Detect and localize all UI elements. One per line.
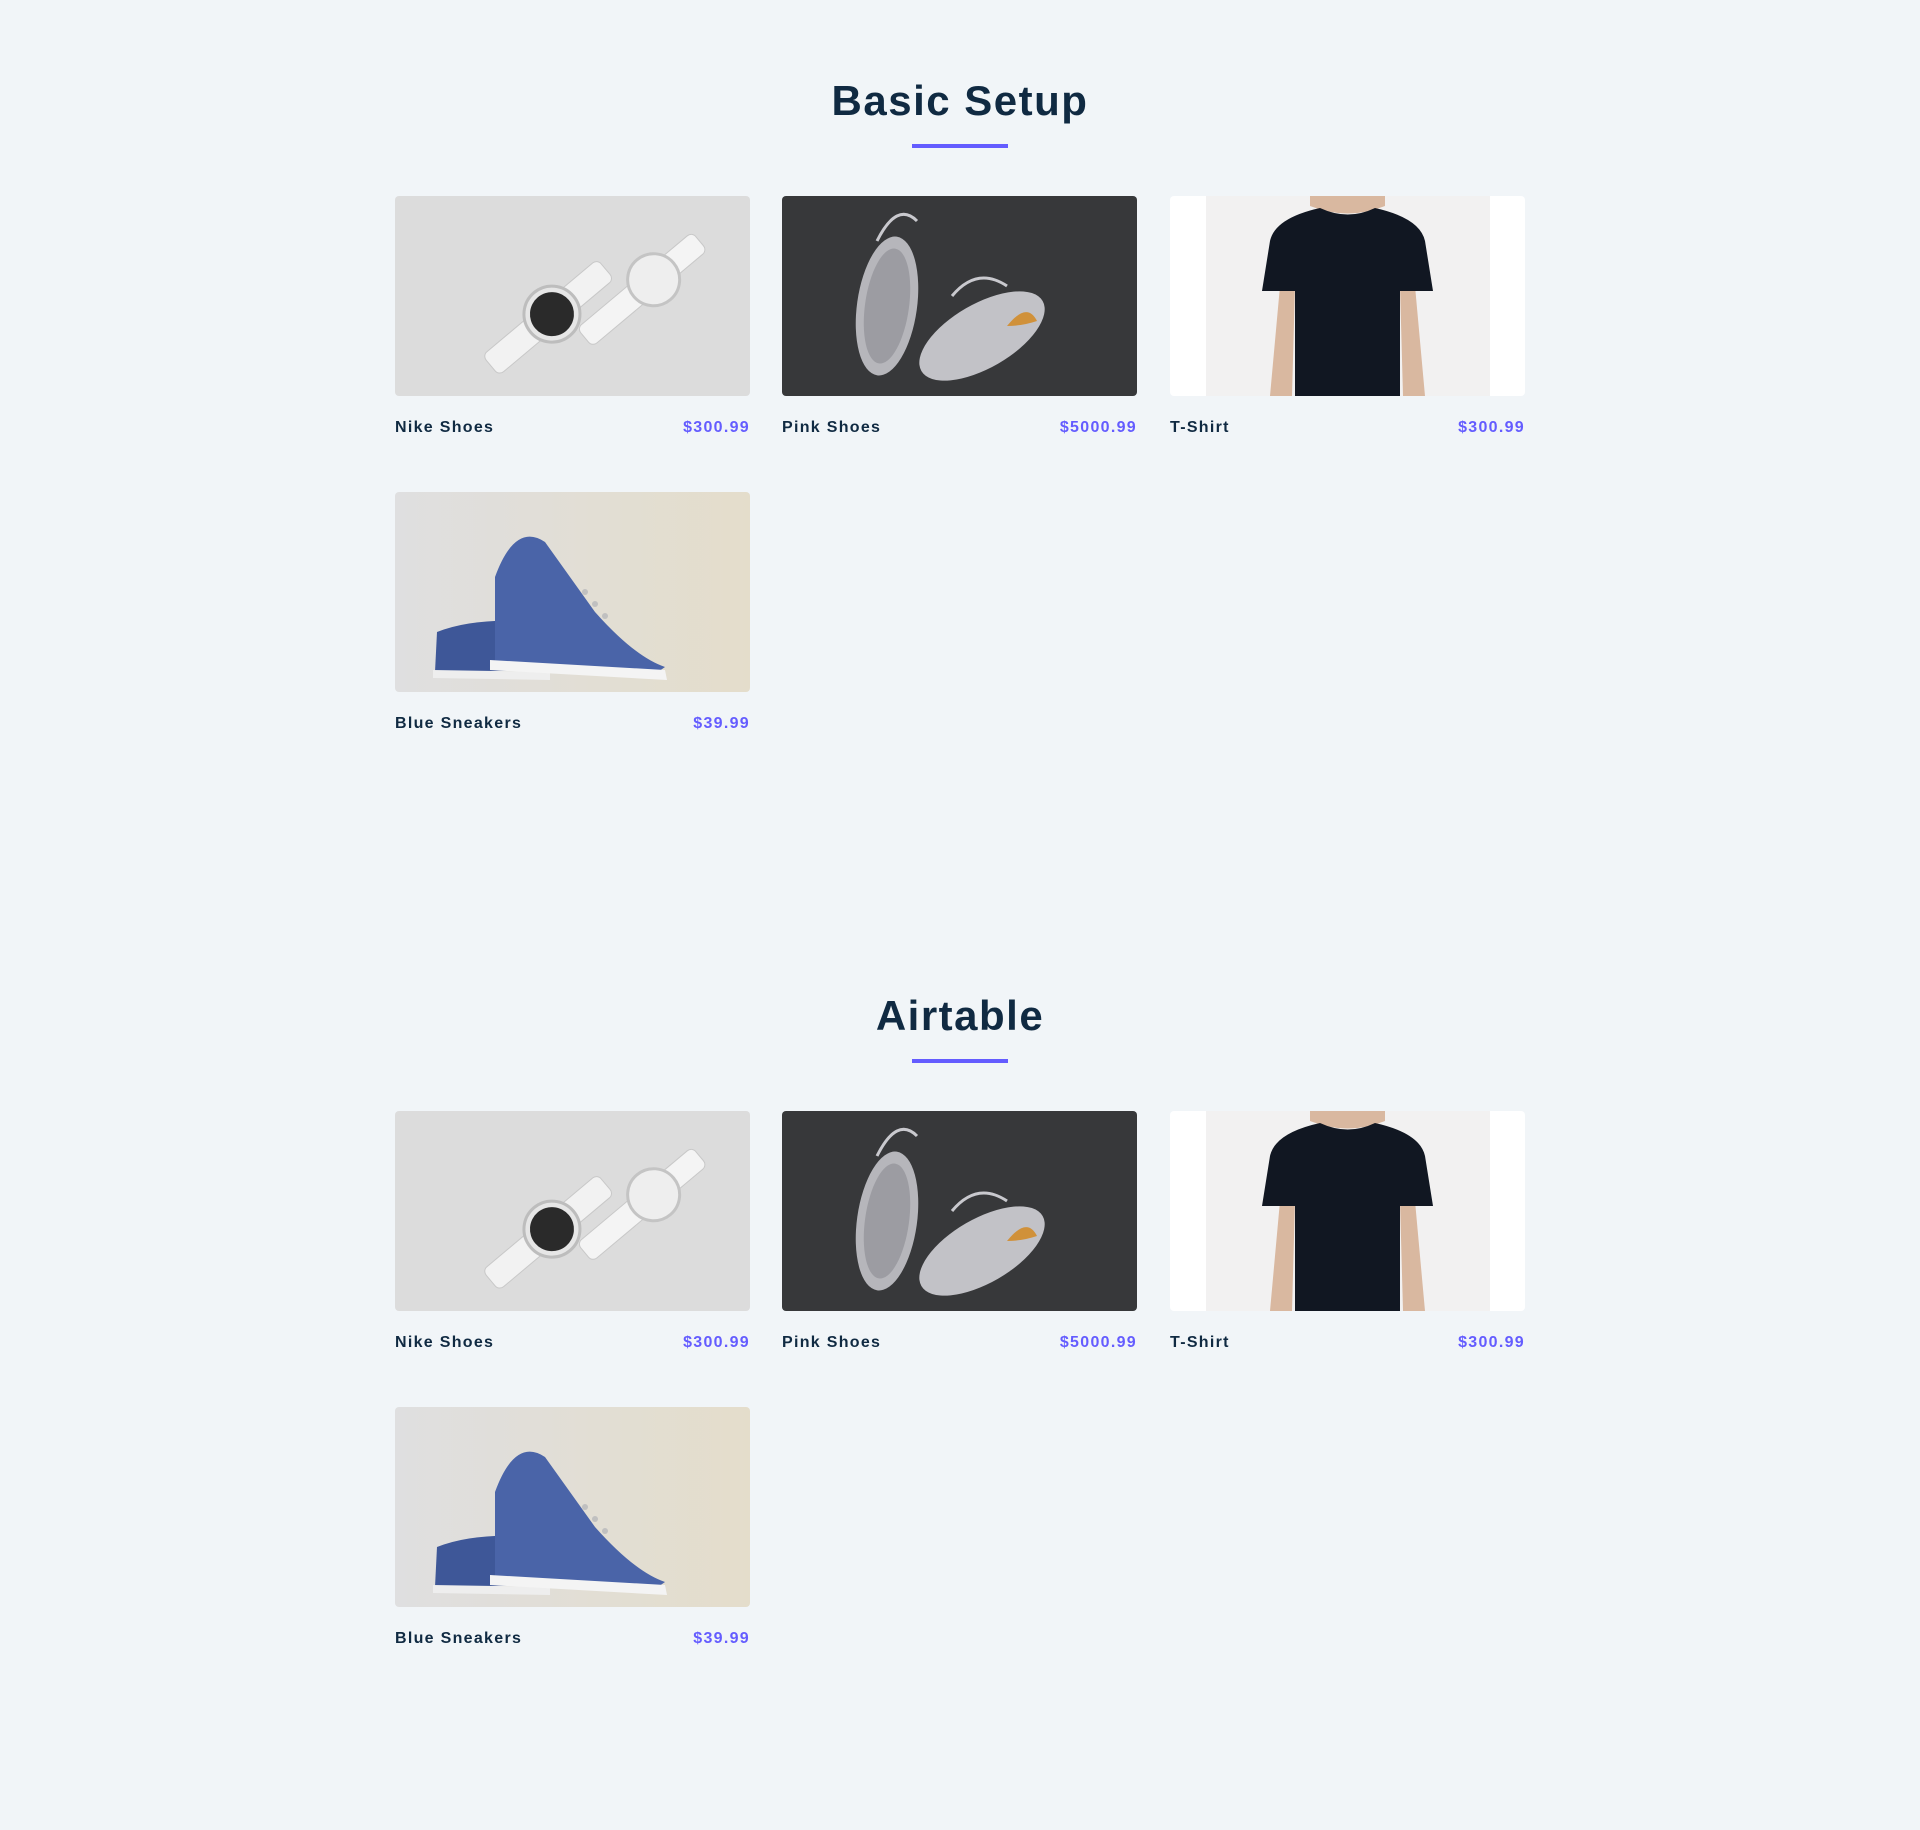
product-card[interactable]: T-Shirt $300.99 — [1170, 1111, 1525, 1351]
sneakers-image — [782, 1111, 1137, 1311]
product-name: Blue Sneakers — [395, 1630, 523, 1647]
card-footer: Nike Shoes $300.99 — [395, 1333, 750, 1353]
product-price: $300.99 — [1458, 1334, 1525, 1351]
product-name: Nike Shoes — [395, 419, 495, 436]
blue-sneakers-image — [395, 492, 750, 692]
tshirt-image — [1170, 196, 1525, 396]
card-footer: Pink Shoes $5000.99 — [782, 418, 1137, 438]
section-title: Basic Setup — [831, 77, 1089, 124]
product-price: $39.99 — [693, 1630, 750, 1647]
product-name: Pink Shoes — [782, 1334, 882, 1351]
watches-image — [395, 196, 750, 396]
product-card[interactable]: Blue Sneakers $39.99 — [395, 492, 750, 732]
title-underline — [912, 144, 1008, 148]
product-name: Nike Shoes — [395, 1334, 495, 1351]
product-card[interactable]: Nike Shoes $300.99 — [395, 1111, 750, 1351]
card-footer: Blue Sneakers $39.99 — [395, 1629, 750, 1649]
card-footer: Nike Shoes $300.99 — [395, 418, 750, 438]
product-card[interactable]: Pink Shoes $5000.99 — [782, 196, 1137, 436]
card-footer: T-Shirt $300.99 — [1170, 1333, 1525, 1353]
section-title: Airtable — [875, 992, 1045, 1039]
product-price: $300.99 — [683, 419, 750, 436]
product-price: $5000.99 — [1059, 1334, 1137, 1351]
watches-image — [395, 1111, 750, 1311]
card-footer: Blue Sneakers $39.99 — [395, 714, 750, 734]
product-card[interactable]: T-Shirt $300.99 — [1170, 196, 1525, 436]
product-card[interactable]: Blue Sneakers $39.99 — [395, 1407, 750, 1647]
blue-sneakers-image — [395, 1407, 750, 1607]
product-name: T-Shirt — [1170, 1334, 1230, 1351]
product-card[interactable]: Pink Shoes $5000.99 — [782, 1111, 1137, 1351]
product-card[interactable]: Nike Shoes $300.99 — [395, 196, 750, 436]
sneakers-image — [782, 196, 1137, 396]
product-price: $5000.99 — [1059, 419, 1137, 436]
product-price: $300.99 — [1458, 419, 1525, 436]
product-name: T-Shirt — [1170, 419, 1230, 436]
title-underline — [912, 1059, 1008, 1063]
product-price: $300.99 — [683, 1334, 750, 1351]
product-name: Blue Sneakers — [395, 715, 523, 732]
tshirt-image — [1170, 1111, 1525, 1311]
card-footer: Pink Shoes $5000.99 — [782, 1333, 1137, 1353]
card-footer: T-Shirt $300.99 — [1170, 418, 1525, 438]
product-price: $39.99 — [693, 715, 750, 732]
product-name: Pink Shoes — [782, 419, 882, 436]
